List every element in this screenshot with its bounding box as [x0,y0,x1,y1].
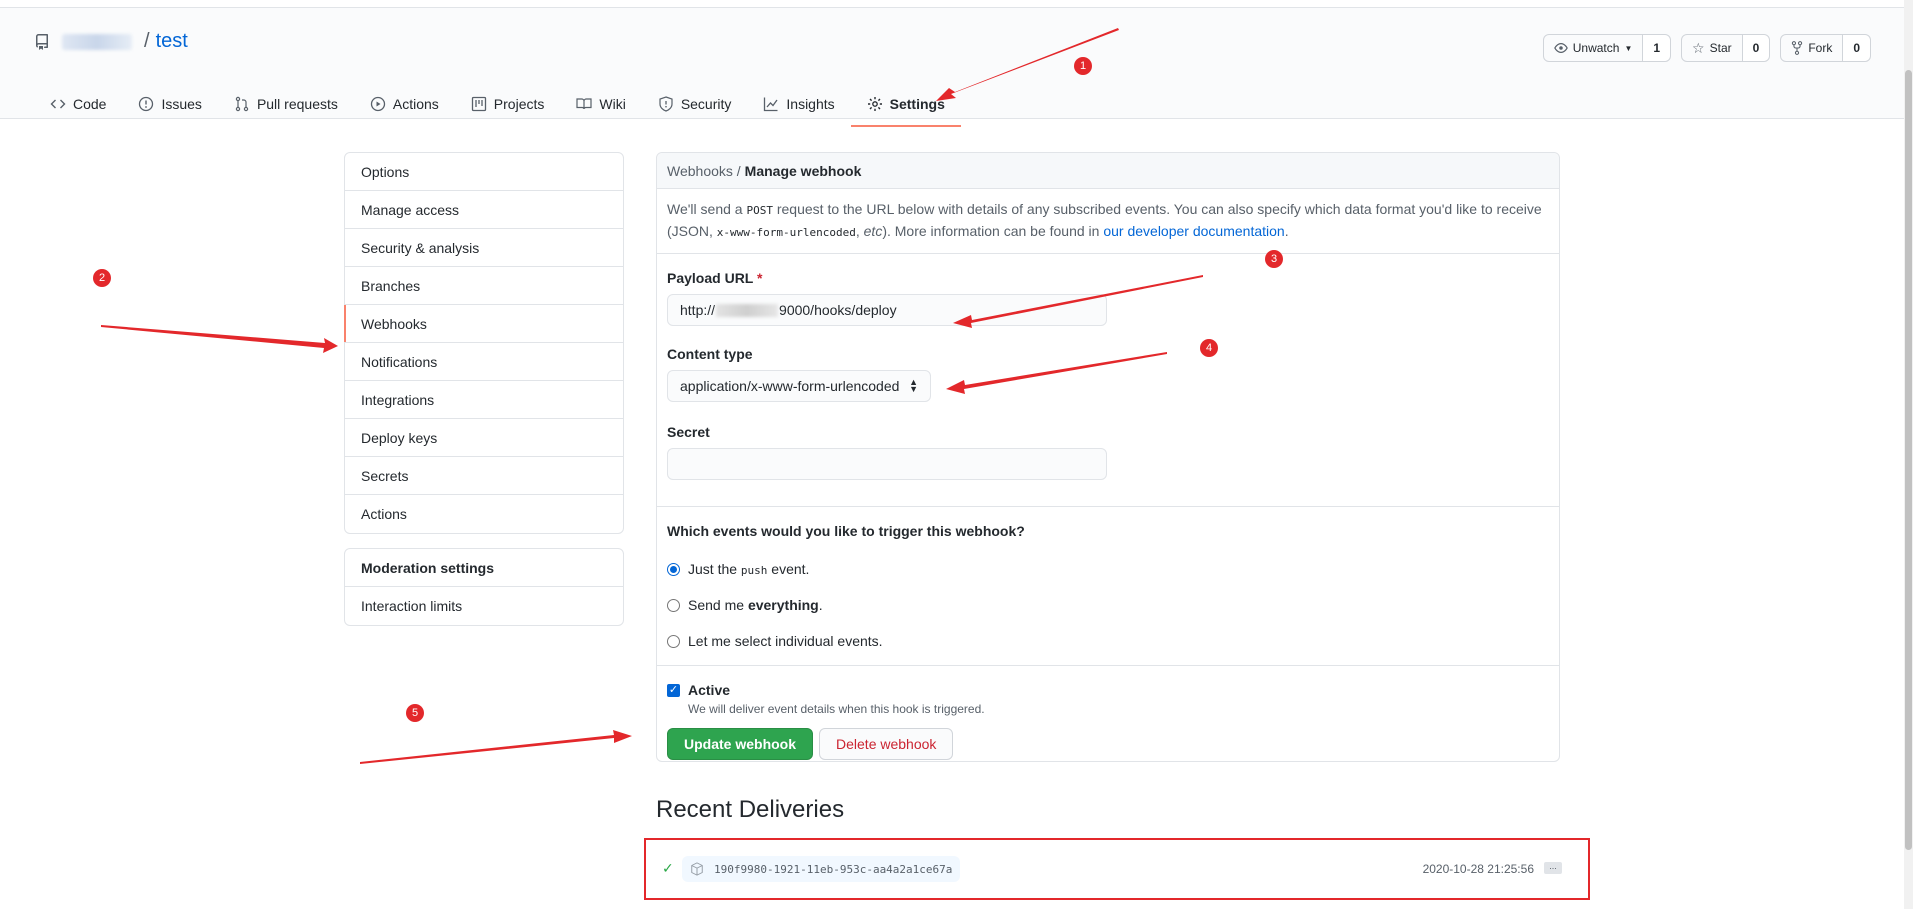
annotation-arrow-4 [946,352,1167,394]
annotation-arrow-1 [936,28,1119,101]
page-scrollbar[interactable] [1904,0,1913,909]
annotation-arrow-2 [101,325,338,353]
annotation-arrow-3 [953,275,1203,328]
annotation-arrow-5 [360,730,632,764]
annotation-arrows [101,28,1203,764]
scrollbar-thumb[interactable] [1905,70,1912,850]
